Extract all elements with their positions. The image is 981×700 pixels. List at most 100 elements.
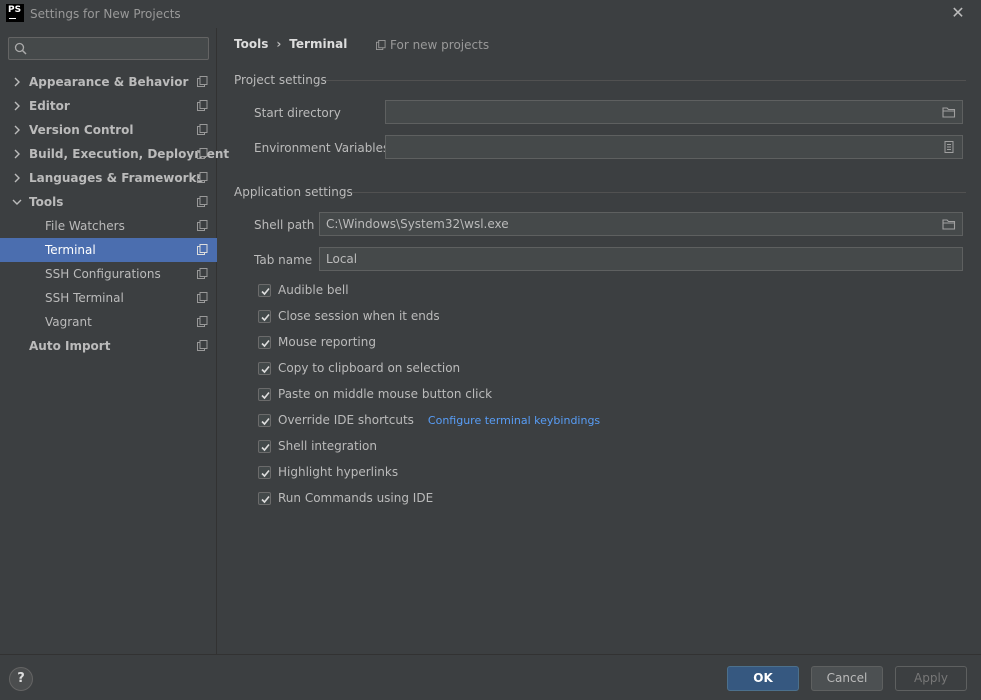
tab-name-label: Tab name xyxy=(254,253,313,267)
checkbox-checked[interactable] xyxy=(258,309,271,323)
project-scope-icon xyxy=(197,76,208,87)
sidebar-item-tools[interactable]: Tools xyxy=(0,190,217,214)
sidebar-item-label: Version Control xyxy=(29,123,134,137)
sidebar-item-label: Languages & Frameworks xyxy=(29,171,204,185)
tab-name-value: Local xyxy=(326,252,358,266)
application-settings-title: Application settings xyxy=(234,185,353,199)
sidebar-item-label: Editor xyxy=(29,99,70,113)
sidebar-item-editor[interactable]: Editor xyxy=(0,94,217,118)
folder-icon[interactable] xyxy=(942,106,956,118)
chevron-right-icon[interactable] xyxy=(12,77,22,87)
section-divider xyxy=(352,192,966,193)
sidebar-item-appearance-behavior[interactable]: Appearance & Behavior xyxy=(0,70,217,94)
project-scope-icon xyxy=(197,340,208,351)
project-scope-icon xyxy=(197,292,208,303)
audible-bell-checkbox[interactable]: Audible bell xyxy=(258,281,349,299)
project-scope-icon xyxy=(197,172,208,183)
settings-search[interactable] xyxy=(8,37,209,60)
settings-tree: Appearance & Behavior Editor Version Con… xyxy=(0,70,229,358)
scope-note: For new projects xyxy=(376,38,489,52)
checkbox-checked[interactable] xyxy=(258,387,271,401)
checkbox-label: Copy to clipboard on selection xyxy=(278,361,461,375)
checkbox-label: Close session when it ends xyxy=(278,309,440,323)
sidebar-item-file-watchers[interactable]: File Watchers xyxy=(0,214,217,238)
checkbox-checked[interactable] xyxy=(258,361,271,375)
chevron-right-icon[interactable] xyxy=(12,101,22,111)
settings-sidebar: Appearance & Behavior Editor Version Con… xyxy=(0,28,229,654)
apply-button[interactable]: Apply xyxy=(895,666,967,691)
cancel-button[interactable]: Cancel xyxy=(811,666,883,691)
sidebar-item-label: File Watchers xyxy=(45,219,125,233)
chevron-right-icon[interactable] xyxy=(12,173,22,183)
sidebar-item-terminal[interactable]: Terminal xyxy=(0,238,217,262)
project-scope-icon xyxy=(197,196,208,207)
sidebar-item-vagrant[interactable]: Vagrant xyxy=(0,310,217,334)
paste-middle-click-checkbox[interactable]: Paste on middle mouse button click xyxy=(258,385,492,403)
checkbox-checked[interactable] xyxy=(258,439,271,453)
sidebar-item-label: Auto Import xyxy=(29,339,111,353)
sidebar-item-label: Terminal xyxy=(45,243,96,257)
checkbox-label: Shell integration xyxy=(278,439,378,453)
window-title: Settings for New Projects xyxy=(30,7,181,21)
configure-keybindings-link[interactable]: Configure terminal keybindings xyxy=(428,414,600,427)
run-commands-using-ide-checkbox[interactable]: Run Commands using IDE xyxy=(258,489,433,507)
sidebar-item-languages-frameworks[interactable]: Languages & Frameworks xyxy=(0,166,217,190)
phpstorm-logo-icon: PS xyxy=(6,4,24,22)
breadcrumb: Tools › Terminal xyxy=(234,37,347,51)
breadcrumb-parent[interactable]: Tools xyxy=(234,37,268,51)
checkbox-label: Override IDE shortcuts xyxy=(278,413,414,427)
chevron-down-icon[interactable] xyxy=(12,197,22,207)
chevron-right-icon[interactable] xyxy=(12,149,22,159)
tab-name-field[interactable]: Local xyxy=(319,247,963,271)
sidebar-item-ssh-configurations[interactable]: SSH Configurations xyxy=(0,262,217,286)
breadcrumb-separator: › xyxy=(276,37,282,51)
sidebar-item-build-execution-deployment[interactable]: Build, Execution, Deployment xyxy=(0,142,229,166)
project-scope-icon xyxy=(197,268,208,279)
mouse-reporting-checkbox[interactable]: Mouse reporting xyxy=(258,333,376,351)
sidebar-item-label: Tools xyxy=(29,195,64,209)
env-vars-label: Environment Variables xyxy=(254,141,390,155)
sidebar-item-label: Appearance & Behavior xyxy=(29,75,189,89)
sidebar-item-label: SSH Terminal xyxy=(45,291,124,305)
sidebar-item-label: SSH Configurations xyxy=(45,267,161,281)
folder-icon[interactable] xyxy=(942,218,956,230)
start-directory-label: Start directory xyxy=(254,106,341,120)
close-icon[interactable]: ✕ xyxy=(949,4,967,22)
search-input[interactable] xyxy=(33,40,203,57)
title-bar: PS Settings for New Projects ✕ xyxy=(0,0,981,28)
checkbox-checked[interactable] xyxy=(258,413,271,427)
checkbox-checked[interactable] xyxy=(258,465,271,479)
env-vars-field[interactable] xyxy=(385,135,963,159)
ok-button[interactable]: OK xyxy=(727,666,799,691)
checkbox-label: Mouse reporting xyxy=(278,335,376,349)
project-settings-title: Project settings xyxy=(234,73,327,87)
checkbox-checked[interactable] xyxy=(258,335,271,349)
shell-path-value: C:\Windows\System32\wsl.exe xyxy=(326,217,509,231)
help-button[interactable]: ? xyxy=(9,667,33,691)
checkbox-checked[interactable] xyxy=(258,491,271,505)
scope-note-text: For new projects xyxy=(390,38,490,52)
close-session-checkbox[interactable]: Close session when it ends xyxy=(258,307,440,325)
start-directory-field[interactable] xyxy=(385,100,963,124)
checkbox-label: Highlight hyperlinks xyxy=(278,465,399,479)
checkbox-checked[interactable] xyxy=(258,283,271,297)
project-scope-icon xyxy=(376,40,386,50)
checkbox-label: Audible bell xyxy=(278,283,349,297)
project-scope-icon xyxy=(197,148,208,159)
shell-integration-checkbox[interactable]: Shell integration xyxy=(258,437,377,455)
override-ide-shortcuts-checkbox[interactable]: Override IDE shortcuts Configure termina… xyxy=(258,411,600,429)
project-scope-icon xyxy=(197,100,208,111)
highlight-hyperlinks-checkbox[interactable]: Highlight hyperlinks xyxy=(258,463,398,481)
project-scope-icon xyxy=(197,124,208,135)
shell-path-label: Shell path xyxy=(254,218,315,232)
sidebar-item-auto-import[interactable]: Auto Import xyxy=(0,334,217,358)
copy-on-selection-checkbox[interactable]: Copy to clipboard on selection xyxy=(258,359,460,377)
chevron-right-icon[interactable] xyxy=(12,125,22,135)
project-scope-icon xyxy=(197,244,208,255)
shell-path-field[interactable]: C:\Windows\System32\wsl.exe xyxy=(319,212,963,236)
sidebar-item-version-control[interactable]: Version Control xyxy=(0,118,217,142)
section-divider xyxy=(326,80,966,81)
sidebar-item-ssh-terminal[interactable]: SSH Terminal xyxy=(0,286,217,310)
document-icon[interactable] xyxy=(942,141,956,153)
search-icon xyxy=(14,42,27,55)
